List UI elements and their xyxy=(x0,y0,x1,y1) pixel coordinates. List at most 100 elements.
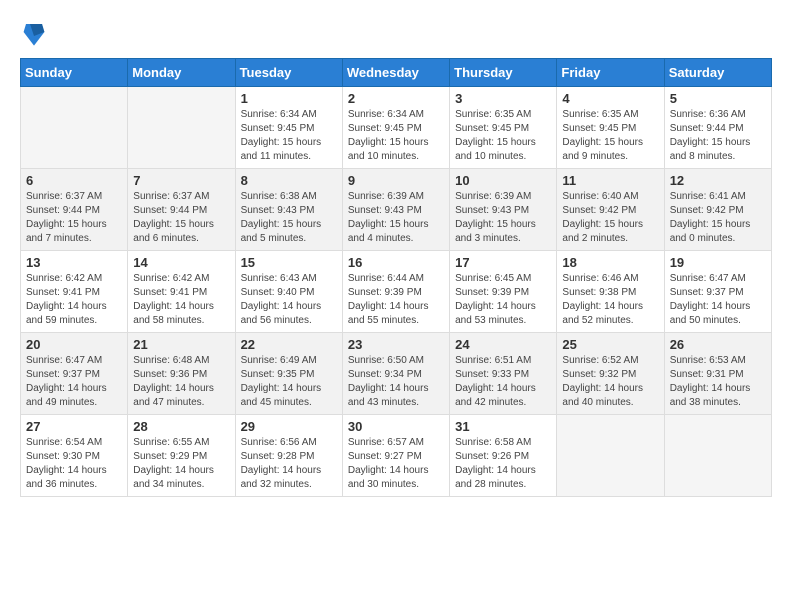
cell-content: Sunrise: 6:41 AM Sunset: 9:42 PM Dayligh… xyxy=(670,190,766,246)
weekday-header-tuesday: Tuesday xyxy=(235,59,342,87)
cell-content: Sunrise: 6:51 AM Sunset: 9:33 PM Dayligh… xyxy=(455,354,551,410)
cell-content: Sunrise: 6:36 AM Sunset: 9:44 PM Dayligh… xyxy=(670,108,766,164)
cell-content: Sunrise: 6:42 AM Sunset: 9:41 PM Dayligh… xyxy=(133,272,229,328)
weekday-header-wednesday: Wednesday xyxy=(342,59,449,87)
calendar-cell: 10Sunrise: 6:39 AM Sunset: 9:43 PM Dayli… xyxy=(450,169,557,251)
cell-content: Sunrise: 6:45 AM Sunset: 9:39 PM Dayligh… xyxy=(455,272,551,328)
day-number: 26 xyxy=(670,337,766,352)
day-number: 8 xyxy=(241,173,337,188)
cell-content: Sunrise: 6:40 AM Sunset: 9:42 PM Dayligh… xyxy=(562,190,658,246)
weekday-header-thursday: Thursday xyxy=(450,59,557,87)
cell-content: Sunrise: 6:49 AM Sunset: 9:35 PM Dayligh… xyxy=(241,354,337,410)
cell-content: Sunrise: 6:43 AM Sunset: 9:40 PM Dayligh… xyxy=(241,272,337,328)
calendar-cell: 27 Sunrise: 6:54 AM Sunset: 9:30 PM Dayli… xyxy=(21,415,128,497)
calendar-cell: 2 Sunrise: 6:34 AM Sunset: 9:45 PM Daylig… xyxy=(342,87,449,169)
day-number: 22 xyxy=(241,337,337,352)
week-row-1: 1 Sunrise: 6:34 AM Sunset: 9:45 PM Daylig… xyxy=(21,87,772,169)
day-number: 27 xyxy=(26,419,122,434)
calendar-cell: 9Sunrise: 6:39 AM Sunset: 9:43 PM Daylig… xyxy=(342,169,449,251)
day-number: 18 xyxy=(562,255,658,270)
calendar-cell: 13 Sunrise: 6:42 AM Sunset: 9:41 PM Dayli… xyxy=(21,251,128,333)
cell-content: Sunrise: 6:47 AM Sunset: 9:37 PM Dayligh… xyxy=(670,272,766,328)
day-number: 30 xyxy=(348,419,444,434)
cell-content: Sunrise: 6:34 AM Sunset: 9:45 PM Dayligh… xyxy=(348,108,444,164)
day-number: 17 xyxy=(455,255,551,270)
day-number: 11 xyxy=(562,173,658,188)
calendar-cell: 28 Sunrise: 6:55 AM Sunset: 9:29 PM Dayli… xyxy=(128,415,235,497)
week-row-2: 6Sunrise: 6:37 AM Sunset: 9:44 PM Daylig… xyxy=(21,169,772,251)
calendar-cell: 16 Sunrise: 6:44 AM Sunset: 9:39 PM Dayli… xyxy=(342,251,449,333)
calendar-cell: 21 Sunrise: 6:48 AM Sunset: 9:36 PM Dayli… xyxy=(128,333,235,415)
calendar-cell: 30 Sunrise: 6:57 AM Sunset: 9:27 PM Dayli… xyxy=(342,415,449,497)
day-number: 25 xyxy=(562,337,658,352)
calendar-cell: 25 Sunrise: 6:52 AM Sunset: 9:32 PM Dayli… xyxy=(557,333,664,415)
calendar-cell: 8 Sunrise: 6:38 AM Sunset: 9:43 PM Daylig… xyxy=(235,169,342,251)
cell-content: Sunrise: 6:38 AM Sunset: 9:43 PM Dayligh… xyxy=(241,190,337,246)
day-number: 7 xyxy=(133,173,229,188)
cell-content: Sunrise: 6:44 AM Sunset: 9:39 PM Dayligh… xyxy=(348,272,444,328)
calendar-cell: 6Sunrise: 6:37 AM Sunset: 9:44 PM Daylig… xyxy=(21,169,128,251)
weekday-header-monday: Monday xyxy=(128,59,235,87)
weekday-header-sunday: Sunday xyxy=(21,59,128,87)
cell-content: Sunrise: 6:57 AM Sunset: 9:27 PM Dayligh… xyxy=(348,436,444,492)
weekday-header-row: SundayMondayTuesdayWednesdayThursdayFrid… xyxy=(21,59,772,87)
calendar-cell: 4 Sunrise: 6:35 AM Sunset: 9:45 PM Daylig… xyxy=(557,87,664,169)
day-number: 24 xyxy=(455,337,551,352)
calendar-cell: 15 Sunrise: 6:43 AM Sunset: 9:40 PM Dayli… xyxy=(235,251,342,333)
cell-content: Sunrise: 6:55 AM Sunset: 9:29 PM Dayligh… xyxy=(133,436,229,492)
day-number: 31 xyxy=(455,419,551,434)
day-number: 13 xyxy=(26,255,122,270)
calendar-cell: 14 Sunrise: 6:42 AM Sunset: 9:41 PM Dayli… xyxy=(128,251,235,333)
cell-content: Sunrise: 6:35 AM Sunset: 9:45 PM Dayligh… xyxy=(455,108,551,164)
weekday-header-saturday: Saturday xyxy=(664,59,771,87)
cell-content: Sunrise: 6:34 AM Sunset: 9:45 PM Dayligh… xyxy=(241,108,337,164)
week-row-4: 20 Sunrise: 6:47 AM Sunset: 9:37 PM Dayli… xyxy=(21,333,772,415)
calendar-cell xyxy=(664,415,771,497)
day-number: 23 xyxy=(348,337,444,352)
cell-content: Sunrise: 6:54 AM Sunset: 9:30 PM Dayligh… xyxy=(26,436,122,492)
day-number: 14 xyxy=(133,255,229,270)
cell-content: Sunrise: 6:37 AM Sunset: 9:44 PM Dayligh… xyxy=(26,190,122,246)
cell-content: Sunrise: 6:37 AM Sunset: 9:44 PM Dayligh… xyxy=(133,190,229,246)
calendar-cell: 1 Sunrise: 6:34 AM Sunset: 9:45 PM Daylig… xyxy=(235,87,342,169)
cell-content: Sunrise: 6:35 AM Sunset: 9:45 PM Dayligh… xyxy=(562,108,658,164)
week-row-3: 13 Sunrise: 6:42 AM Sunset: 9:41 PM Dayli… xyxy=(21,251,772,333)
day-number: 28 xyxy=(133,419,229,434)
day-number: 15 xyxy=(241,255,337,270)
cell-content: Sunrise: 6:42 AM Sunset: 9:41 PM Dayligh… xyxy=(26,272,122,328)
cell-content: Sunrise: 6:48 AM Sunset: 9:36 PM Dayligh… xyxy=(133,354,229,410)
day-number: 12 xyxy=(670,173,766,188)
page-header xyxy=(20,20,772,48)
cell-content: Sunrise: 6:58 AM Sunset: 9:26 PM Dayligh… xyxy=(455,436,551,492)
day-number: 3 xyxy=(455,91,551,106)
cell-content: Sunrise: 6:56 AM Sunset: 9:28 PM Dayligh… xyxy=(241,436,337,492)
calendar-cell: 24 Sunrise: 6:51 AM Sunset: 9:33 PM Dayli… xyxy=(450,333,557,415)
calendar-cell: 31 Sunrise: 6:58 AM Sunset: 9:26 PM Dayli… xyxy=(450,415,557,497)
cell-content: Sunrise: 6:39 AM Sunset: 9:43 PM Dayligh… xyxy=(348,190,444,246)
calendar-cell: 5 Sunrise: 6:36 AM Sunset: 9:44 PM Daylig… xyxy=(664,87,771,169)
calendar-cell: 11 Sunrise: 6:40 AM Sunset: 9:42 PM Dayli… xyxy=(557,169,664,251)
calendar-cell: 7 Sunrise: 6:37 AM Sunset: 9:44 PM Daylig… xyxy=(128,169,235,251)
day-number: 4 xyxy=(562,91,658,106)
day-number: 20 xyxy=(26,337,122,352)
day-number: 29 xyxy=(241,419,337,434)
day-number: 19 xyxy=(670,255,766,270)
calendar-cell: 19 Sunrise: 6:47 AM Sunset: 9:37 PM Dayli… xyxy=(664,251,771,333)
calendar-cell: 12 Sunrise: 6:41 AM Sunset: 9:42 PM Dayli… xyxy=(664,169,771,251)
calendar-cell: 17 Sunrise: 6:45 AM Sunset: 9:39 PM Dayli… xyxy=(450,251,557,333)
cell-content: Sunrise: 6:47 AM Sunset: 9:37 PM Dayligh… xyxy=(26,354,122,410)
day-number: 2 xyxy=(348,91,444,106)
day-number: 5 xyxy=(670,91,766,106)
logo xyxy=(20,20,48,48)
calendar-cell xyxy=(128,87,235,169)
day-number: 16 xyxy=(348,255,444,270)
cell-content: Sunrise: 6:52 AM Sunset: 9:32 PM Dayligh… xyxy=(562,354,658,410)
calendar-cell: 29 Sunrise: 6:56 AM Sunset: 9:28 PM Dayli… xyxy=(235,415,342,497)
calendar-cell: 18Sunrise: 6:46 AM Sunset: 9:38 PM Dayli… xyxy=(557,251,664,333)
day-number: 1 xyxy=(241,91,337,106)
calendar-cell: 23 Sunrise: 6:50 AM Sunset: 9:34 PM Dayli… xyxy=(342,333,449,415)
day-number: 21 xyxy=(133,337,229,352)
cell-content: Sunrise: 6:50 AM Sunset: 9:34 PM Dayligh… xyxy=(348,354,444,410)
calendar: SundayMondayTuesdayWednesdayThursdayFrid… xyxy=(20,58,772,497)
logo-icon xyxy=(22,20,46,48)
